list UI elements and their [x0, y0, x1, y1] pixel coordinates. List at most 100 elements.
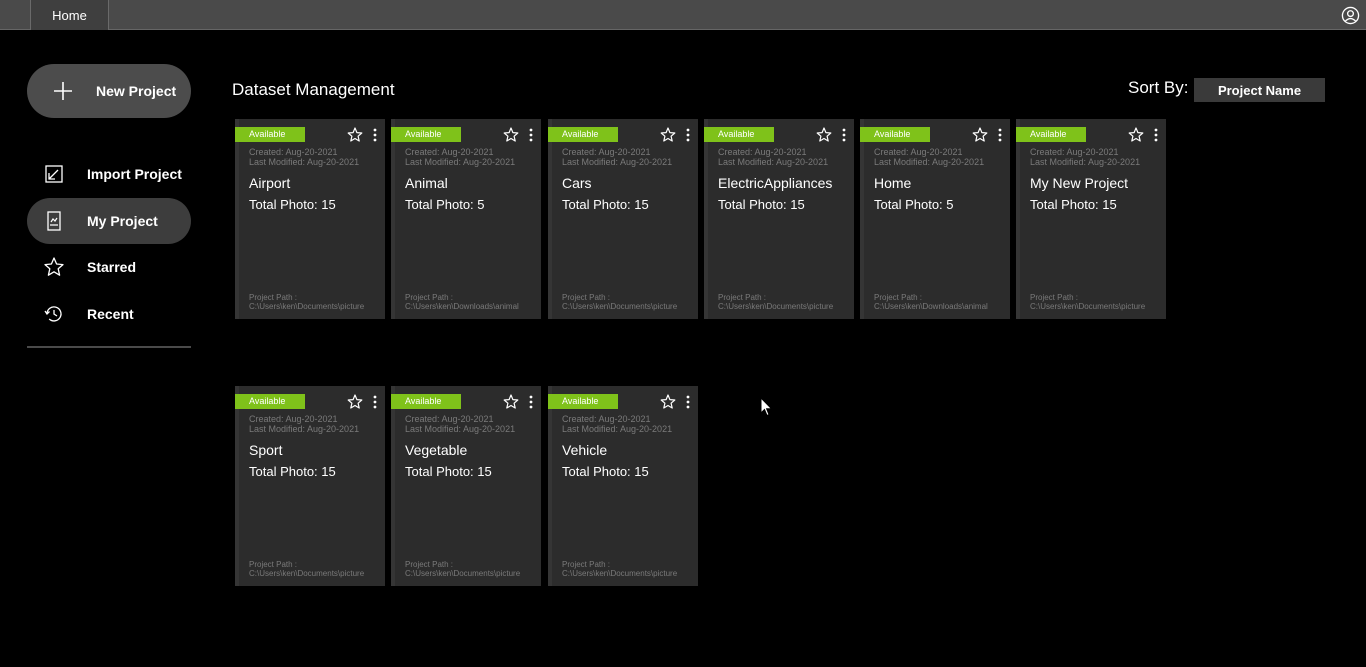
modified-date: Last Modified: Aug-20-2021 — [405, 424, 516, 434]
project-path: Project Path : C:\Users\ken\Documents\pic… — [249, 560, 364, 578]
project-card[interactable]: Available Created: Aug-20-2021 Last Modifi… — [860, 119, 1010, 319]
card-edge — [235, 386, 239, 586]
sidebar-divider — [27, 346, 191, 348]
project-path-value: C:\Users\ken\Documents\picture — [1030, 302, 1146, 311]
project-path-value: C:\Users\ken\Documents\picture — [405, 569, 521, 578]
sidebar-item-label: Import Project — [87, 166, 182, 182]
card-dates: Created: Aug-20-2021 Last Modified: Aug-2… — [562, 147, 672, 167]
total-photo: Total Photo: 15 — [562, 197, 649, 212]
modified-date: Last Modified: Aug-20-2021 — [562, 424, 673, 434]
new-project-label: New Project — [96, 83, 177, 99]
sidebar-item-label: My Project — [87, 213, 158, 229]
modified-date: Last Modified: Aug-20-2021 — [562, 157, 673, 167]
star-icon[interactable] — [347, 394, 363, 410]
sidebar-item-starred[interactable]: Starred — [27, 244, 191, 290]
status-badge: Available — [235, 394, 305, 409]
project-path-value: C:\Users\ken\Downloads\animal — [405, 302, 519, 311]
project-path-value: C:\Users\ken\Documents\picture — [562, 569, 678, 578]
more-vertical-icon[interactable] — [685, 127, 691, 143]
status-badge: Available — [391, 394, 461, 409]
sidebar-item-my-project[interactable]: My Project — [27, 198, 191, 244]
star-icon[interactable] — [660, 394, 676, 410]
created-date: Created: Aug-20-2021 — [874, 147, 963, 157]
project-card[interactable]: Available Created: Aug-20-2021 Last Modifi… — [548, 386, 698, 586]
card-dates: Created: Aug-20-2021 Last Modified: Aug-2… — [405, 414, 515, 434]
project-path: Project Path : C:\Users\ken\Documents\pic… — [1030, 293, 1145, 311]
user-profile-icon[interactable] — [1341, 6, 1360, 25]
star-icon[interactable] — [1128, 127, 1144, 143]
project-card[interactable]: Available Created: Aug-20-2021 Last Modifi… — [235, 386, 385, 586]
total-photo: Total Photo: 15 — [249, 197, 336, 212]
card-edge — [391, 386, 395, 586]
sidebar-item-label: Recent — [87, 306, 134, 322]
star-icon — [44, 257, 64, 276]
total-photo: Total Photo: 15 — [1030, 197, 1117, 212]
total-photo: Total Photo: 5 — [405, 197, 485, 212]
new-project-button[interactable]: New Project — [27, 64, 191, 118]
import-icon — [45, 165, 63, 183]
created-date: Created: Aug-20-2021 — [405, 147, 494, 157]
modified-date: Last Modified: Aug-20-2021 — [718, 157, 829, 167]
modified-date: Last Modified: Aug-20-2021 — [249, 424, 360, 434]
status-badge: Available — [1016, 127, 1086, 142]
more-vertical-icon[interactable] — [372, 394, 378, 410]
page-title: Dataset Management — [232, 80, 395, 99]
more-vertical-icon[interactable] — [685, 394, 691, 410]
sidebar-item-recent[interactable]: Recent — [27, 291, 191, 337]
project-name: ElectricAppliances — [718, 175, 833, 191]
created-date: Created: Aug-20-2021 — [718, 147, 807, 157]
plus-icon — [54, 82, 72, 100]
more-vertical-icon[interactable] — [528, 394, 534, 410]
project-path-label: Project Path : — [249, 560, 298, 569]
project-card[interactable]: Available Created: Aug-20-2021 Last Modifi… — [1016, 119, 1166, 319]
card-dates: Created: Aug-20-2021 Last Modified: Aug-2… — [874, 147, 984, 167]
project-card[interactable]: Available Created: Aug-20-2021 Last Modifi… — [391, 119, 541, 319]
project-path-label: Project Path : — [1030, 293, 1079, 302]
project-card[interactable]: Available Created: Aug-20-2021 Last Modifi… — [235, 119, 385, 319]
project-name: Vehicle — [562, 442, 608, 458]
project-path: Project Path : C:\Users\ken\Documents\pic… — [562, 293, 677, 311]
card-edge — [548, 119, 552, 319]
total-photo: Total Photo: 15 — [562, 464, 649, 479]
more-vertical-icon[interactable] — [1153, 127, 1159, 143]
sidebar-item-import-project[interactable]: Import Project — [27, 151, 191, 197]
card-dates: Created: Aug-20-2021 Last Modified: Aug-2… — [1030, 147, 1140, 167]
card-dates: Created: Aug-20-2021 Last Modified: Aug-2… — [562, 414, 672, 434]
created-date: Created: Aug-20-2021 — [249, 147, 338, 157]
status-badge: Available — [704, 127, 774, 142]
card-edge — [548, 386, 552, 586]
card-edge — [1016, 119, 1020, 319]
status-badge: Available — [860, 127, 930, 142]
more-vertical-icon[interactable] — [997, 127, 1003, 143]
card-dates: Created: Aug-20-2021 Last Modified: Aug-2… — [718, 147, 828, 167]
more-vertical-icon[interactable] — [372, 127, 378, 143]
project-path-label: Project Path : — [718, 293, 767, 302]
more-vertical-icon[interactable] — [528, 127, 534, 143]
project-path-value: C:\Users\ken\Documents\picture — [249, 302, 365, 311]
star-icon[interactable] — [660, 127, 676, 143]
project-path: Project Path : C:\Users\ken\Documents\pic… — [562, 560, 677, 578]
card-dates: Created: Aug-20-2021 Last Modified: Aug-2… — [249, 147, 359, 167]
my-project-icon — [47, 211, 61, 231]
project-path-value: C:\Users\ken\Documents\picture — [249, 569, 365, 578]
star-icon[interactable] — [816, 127, 832, 143]
project-path: Project Path : C:\Users\ken\Documents\pic… — [718, 293, 833, 311]
star-icon[interactable] — [503, 394, 519, 410]
star-icon[interactable] — [347, 127, 363, 143]
project-path: Project Path : C:\Users\ken\Documents\pic… — [249, 293, 364, 311]
star-icon[interactable] — [503, 127, 519, 143]
project-card[interactable]: Available Created: Aug-20-2021 Last Modifi… — [391, 386, 541, 586]
project-card[interactable]: Available Created: Aug-20-2021 Last Modifi… — [548, 119, 698, 319]
top-bar: Home — [0, 0, 1366, 30]
status-badge: Available — [548, 394, 618, 409]
project-card[interactable]: Available Created: Aug-20-2021 Last Modifi… — [704, 119, 854, 319]
status-badge: Available — [548, 127, 618, 142]
modified-date: Last Modified: Aug-20-2021 — [249, 157, 360, 167]
tab-home[interactable]: Home — [30, 0, 109, 30]
star-icon[interactable] — [972, 127, 988, 143]
card-edge — [391, 119, 395, 319]
sort-select[interactable]: Project Name — [1194, 78, 1325, 102]
project-name: My New Project — [1030, 175, 1129, 191]
project-name: Cars — [562, 175, 592, 191]
more-vertical-icon[interactable] — [841, 127, 847, 143]
